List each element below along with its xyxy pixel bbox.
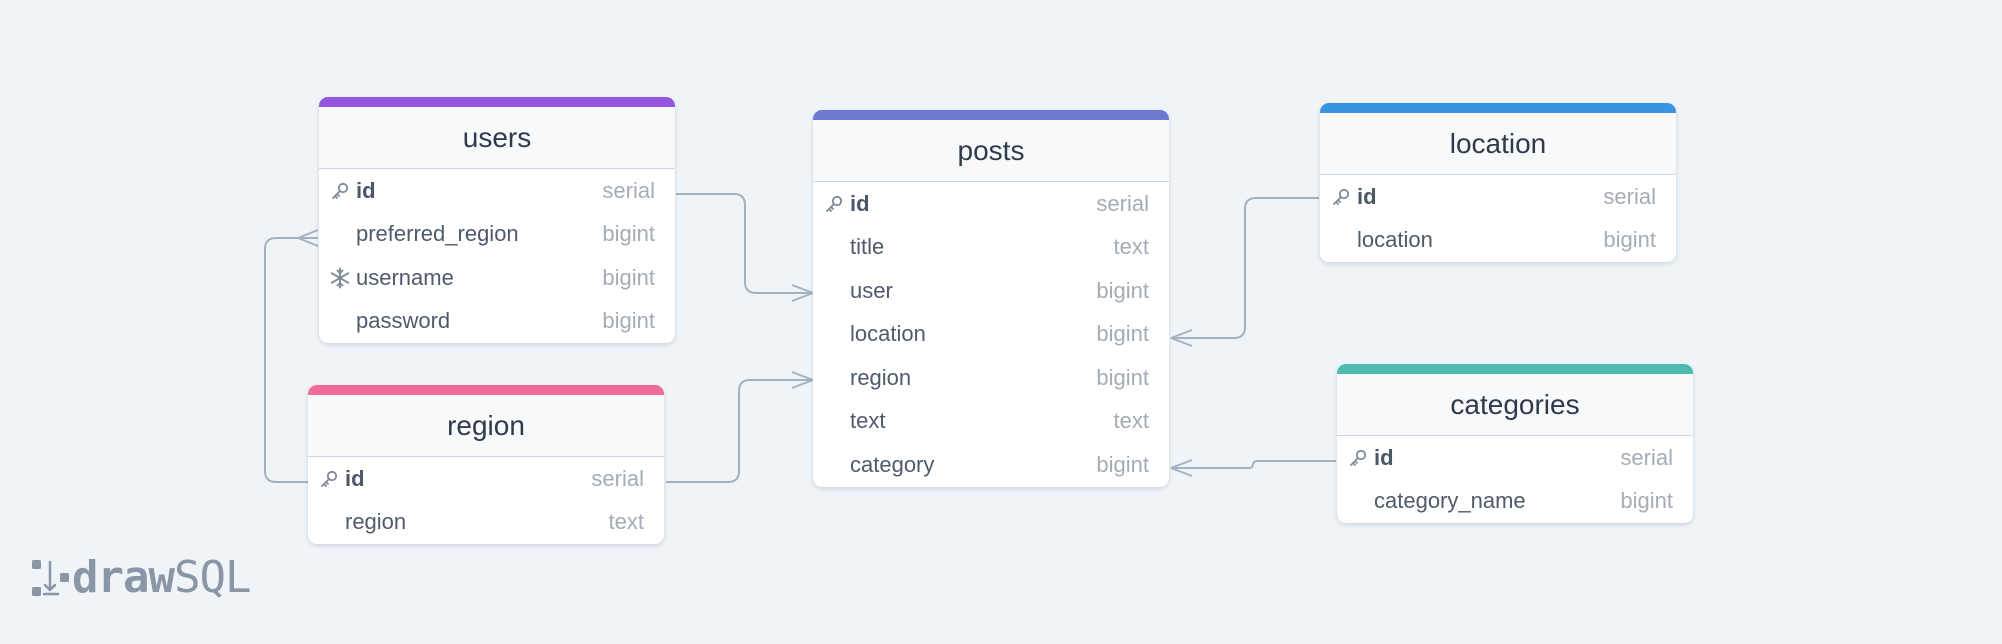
relation-location-posts	[1171, 197, 1319, 339]
field-row-region[interactable]: region bigint	[813, 356, 1169, 400]
field-row-location[interactable]: location bigint	[1320, 219, 1676, 263]
field-row-username[interactable]: username bigint	[319, 256, 675, 300]
table-header[interactable]: location	[1320, 113, 1676, 175]
field-type: bigint	[602, 308, 655, 334]
field-type: serial	[1096, 190, 1149, 216]
table-region[interactable]: region id serial region text	[308, 385, 664, 544]
relation-users-posts	[676, 193, 813, 294]
field-row-password[interactable]: password bigint	[319, 300, 675, 344]
table-header[interactable]: categories	[1337, 374, 1693, 436]
field-list: id serial preferred_region bigint username bi…	[319, 169, 675, 343]
relation-region-posts	[666, 379, 813, 483]
field-type: bigint	[1620, 488, 1673, 514]
field-type: text	[1113, 408, 1149, 434]
table-posts[interactable]: posts id serial title text user bigint locatio…	[813, 110, 1169, 487]
key-icon	[1347, 447, 1369, 469]
field-row-preferred-region[interactable]: preferred_region bigint	[319, 213, 675, 257]
field-list: id serial region text	[308, 457, 664, 544]
table-users[interactable]: users id serial preferred_region bigint user…	[319, 97, 675, 343]
field-name: user	[850, 277, 893, 303]
field-type: text	[608, 509, 644, 535]
field-name: location	[1357, 227, 1433, 253]
field-name: preferred_region	[356, 221, 519, 247]
field-row-region[interactable]: region text	[308, 501, 664, 545]
field-name: id	[1374, 444, 1394, 470]
field-type: bigint	[1096, 451, 1149, 477]
table-location[interactable]: location id serial location bigint	[1320, 103, 1676, 262]
table-title: region	[447, 409, 525, 441]
field-row-category-name[interactable]: category_name bigint	[1337, 480, 1693, 524]
table-accent-bar	[308, 385, 664, 395]
table-title: users	[462, 121, 532, 153]
field-type: bigint	[1096, 364, 1149, 390]
field-name: id	[356, 177, 376, 203]
field-row-id[interactable]: id serial	[319, 169, 675, 213]
field-type: text	[1113, 234, 1149, 260]
table-header[interactable]: users	[319, 107, 675, 169]
relation-categories-posts	[1171, 460, 1336, 469]
field-type: serial	[1603, 183, 1656, 209]
drawsql-logo[interactable]: draw SQL	[30, 552, 251, 603]
field-type: serial	[1620, 444, 1673, 470]
table-accent-bar	[319, 97, 675, 107]
field-name: location	[850, 321, 926, 347]
field-type: bigint	[1096, 277, 1149, 303]
field-row-user[interactable]: user bigint	[813, 269, 1169, 313]
logo-text-draw: draw	[72, 552, 175, 603]
table-title: posts	[957, 134, 1025, 166]
field-name: title	[850, 234, 885, 260]
table-header[interactable]: region	[308, 395, 664, 457]
field-name: id	[345, 465, 365, 491]
crowfoot-posts-user	[791, 284, 814, 302]
logo-mark-icon	[32, 559, 69, 596]
field-row-location[interactable]: location bigint	[813, 313, 1169, 357]
field-row-text[interactable]: text text	[813, 400, 1169, 444]
field-name: username	[356, 264, 454, 290]
field-name: region	[345, 509, 407, 535]
table-title: categories	[1450, 388, 1580, 420]
crowfoot-posts-region	[791, 371, 814, 389]
field-row-id[interactable]: id serial	[308, 457, 664, 501]
field-row-id[interactable]: id serial	[813, 182, 1169, 226]
crowfoot-posts-category	[1170, 459, 1193, 477]
table-accent-bar	[813, 110, 1169, 120]
field-name: text	[850, 408, 886, 434]
table-header[interactable]: posts	[813, 120, 1169, 182]
key-icon	[318, 468, 340, 490]
field-list: id serial category_name bigint	[1337, 436, 1693, 523]
key-icon	[329, 180, 351, 202]
logo-text-sql: SQL	[173, 552, 251, 603]
crowfoot-posts-location	[1170, 329, 1193, 347]
field-name: category	[850, 451, 935, 477]
table-categories[interactable]: categories id serial category_name bigint	[1337, 364, 1693, 523]
field-type: serial	[602, 177, 655, 203]
table-accent-bar	[1337, 364, 1693, 374]
field-list: id serial location bigint	[1320, 175, 1676, 262]
key-icon	[823, 193, 845, 215]
field-row-title[interactable]: title text	[813, 226, 1169, 270]
field-name: category_name	[1374, 488, 1526, 514]
table-accent-bar	[1320, 103, 1676, 113]
field-type: serial	[591, 465, 644, 491]
field-type: bigint	[602, 264, 655, 290]
table-title: location	[1449, 127, 1547, 159]
key-icon	[1330, 186, 1352, 208]
field-type: bigint	[1096, 321, 1149, 347]
field-name: region	[850, 364, 912, 390]
field-row-id[interactable]: id serial	[1337, 436, 1693, 480]
field-name: id	[850, 190, 870, 216]
field-type: bigint	[602, 221, 655, 247]
crowfoot-users-preferred-region	[297, 229, 319, 247]
field-row-id[interactable]: id serial	[1320, 175, 1676, 219]
field-type: bigint	[1603, 227, 1656, 253]
diagram-canvas[interactable]: users id serial preferred_region bigint user…	[0, 0, 2002, 644]
field-list: id serial title text user bigint location bigin…	[813, 182, 1169, 487]
snowflake-icon	[329, 267, 351, 289]
field-name: password	[356, 308, 451, 334]
field-row-category[interactable]: category bigint	[813, 443, 1169, 487]
field-name: id	[1357, 183, 1377, 209]
